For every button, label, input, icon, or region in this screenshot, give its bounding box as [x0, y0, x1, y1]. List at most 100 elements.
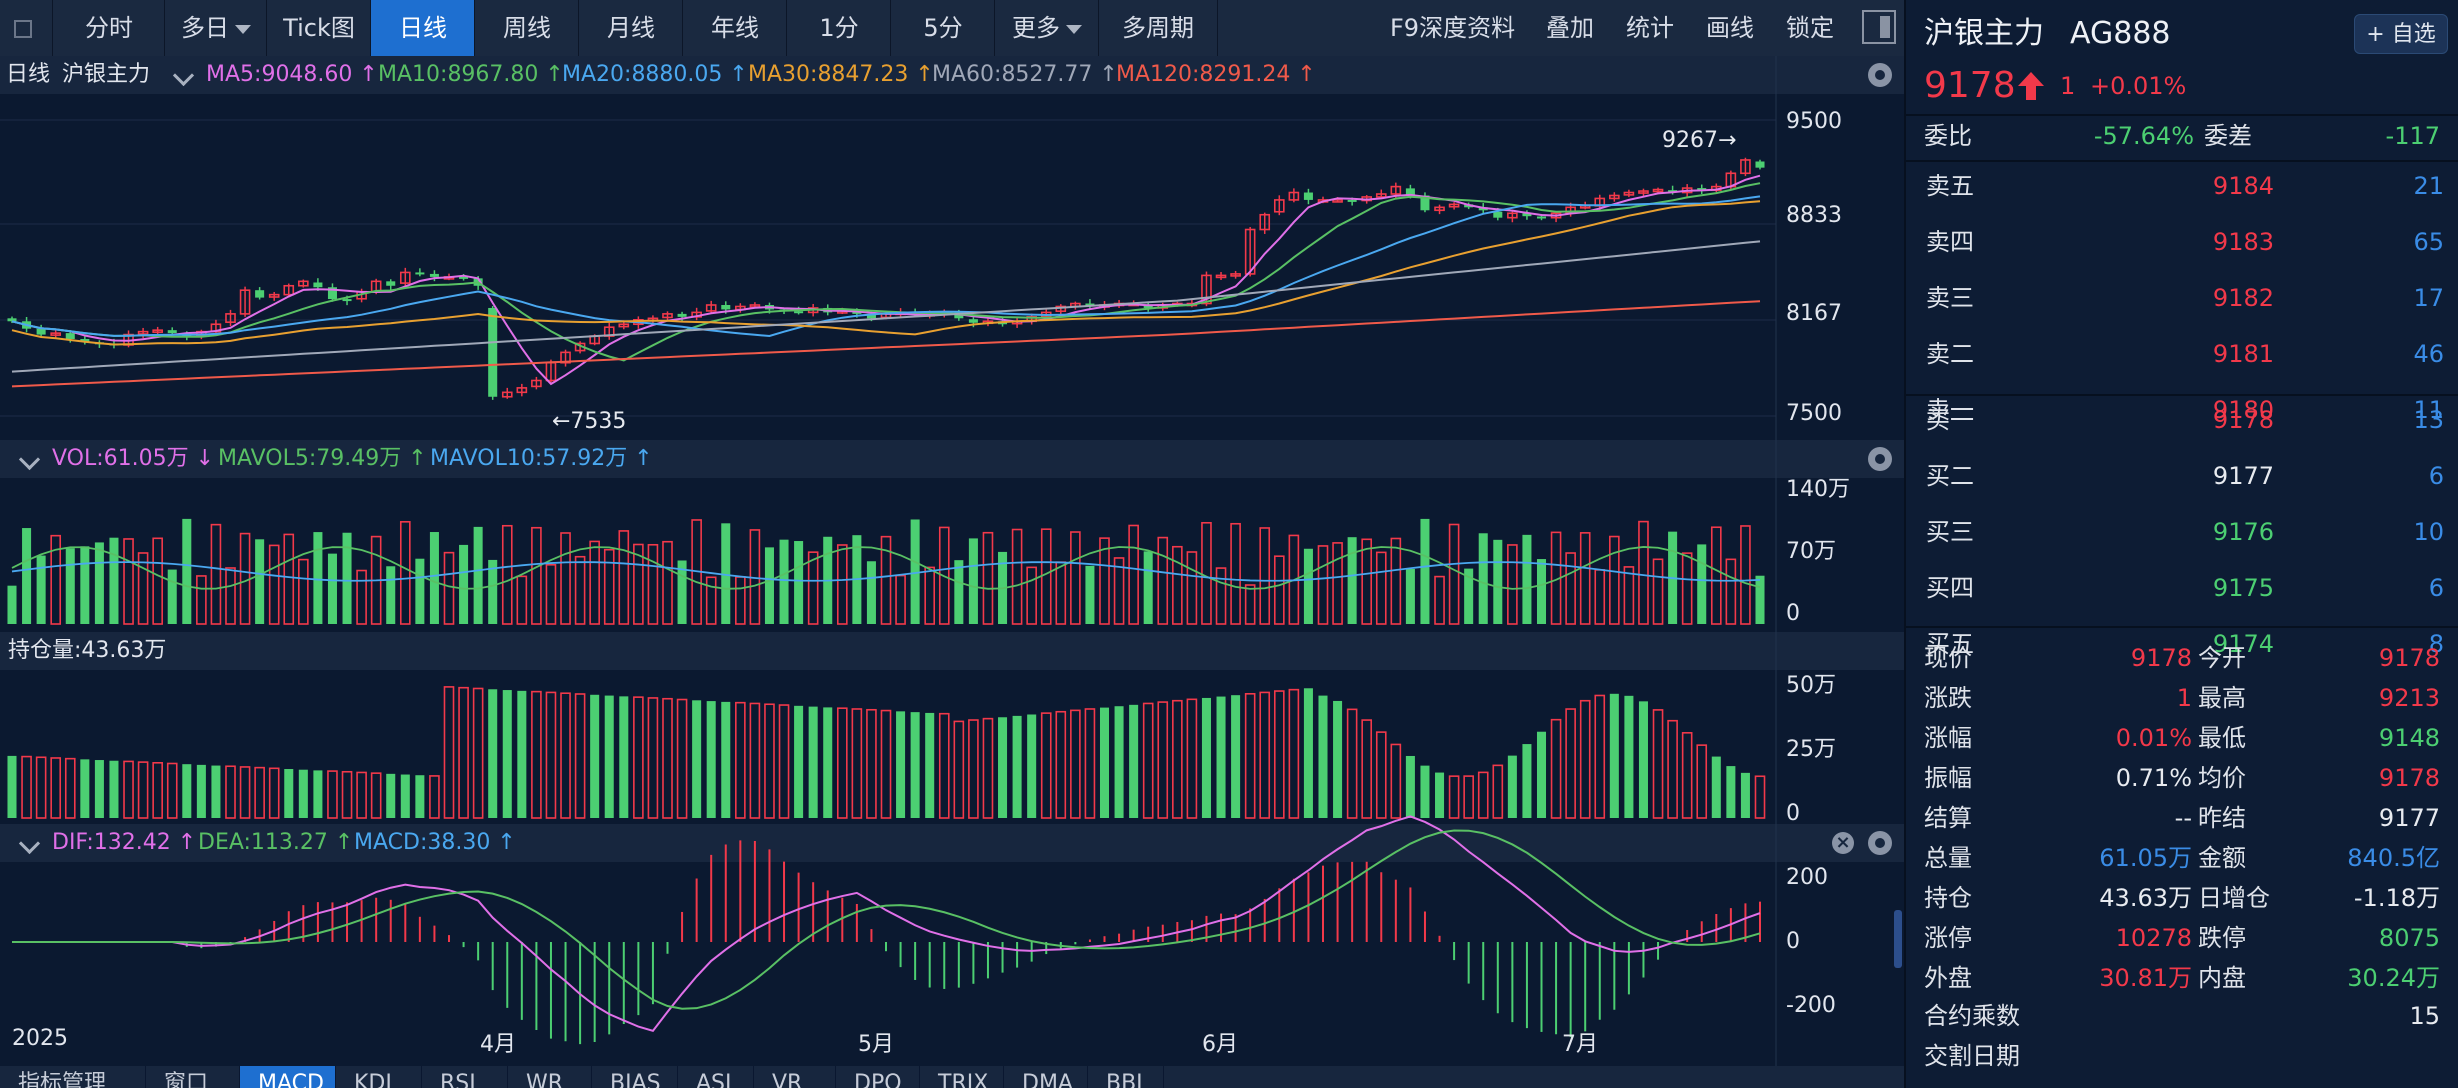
- open-interest-bar: [823, 707, 833, 818]
- open-interest-bar: [692, 700, 702, 818]
- stat-label: 今开: [2198, 644, 2246, 672]
- tab-more[interactable]: 更多: [994, 0, 1099, 56]
- indicator-tab[interactable]: VR: [754, 1066, 836, 1088]
- add-favorite-button[interactable]: + 自选: [2354, 14, 2448, 54]
- indicator-tab[interactable]: MACD: [240, 1066, 336, 1088]
- stat-label: 跌停: [2198, 924, 2246, 952]
- indicator-tab[interactable]: RSI: [422, 1066, 508, 1088]
- volume-bar: [779, 539, 789, 624]
- open-interest-bar: [735, 701, 746, 819]
- bid-row[interactable]: 买三 9176 10: [1926, 512, 2444, 552]
- chart-canvas[interactable]: 9267→ ←7535 9500 8833 8167 7500 140万 70万 0 50万 25…: [0, 56, 1904, 1066]
- ask-volume: 17: [2413, 284, 2444, 312]
- volume-bar: [1303, 548, 1313, 624]
- open-interest-bar: [502, 690, 512, 818]
- tab-multi-period[interactable]: 多周期: [1098, 0, 1218, 56]
- tab-yearly[interactable]: 年线: [682, 0, 787, 56]
- tab-minute-chart[interactable]: 分时: [52, 0, 165, 56]
- volume-bar: [662, 540, 673, 625]
- open-interest-bar: [370, 772, 382, 819]
- open-interest-bar: [749, 702, 761, 819]
- volume-axis-tick: 140万: [1786, 477, 1850, 502]
- tab-weekly[interactable]: 周线: [474, 0, 579, 56]
- ask-row[interactable]: 卖四 9183 65: [1926, 222, 2444, 262]
- candle-body: [1493, 211, 1503, 218]
- candle-body: [386, 281, 396, 286]
- volume-bar: [1201, 521, 1212, 625]
- scrollbar[interactable]: [1894, 910, 1902, 968]
- open-interest-bar: [21, 755, 32, 819]
- overlay-button[interactable]: 叠加: [1546, 0, 1594, 56]
- ask-row[interactable]: 卖二 9181 46: [1926, 334, 2444, 374]
- statistics-button[interactable]: 统计: [1626, 0, 1674, 56]
- lock-button[interactable]: 锁定: [1786, 0, 1834, 56]
- stat-label: 昨结: [2198, 804, 2246, 832]
- last-price: 9178: [1924, 65, 2016, 106]
- indicator-tab[interactable]: KDJ: [336, 1066, 422, 1088]
- open-interest-bar: [327, 770, 338, 819]
- ask-row[interactable]: 卖五 9184 21: [1926, 166, 2444, 206]
- volume-bar: [836, 544, 848, 625]
- ask-price: 9184: [2212, 172, 2274, 200]
- tab-tick[interactable]: Tick图: [266, 0, 371, 56]
- open-interest-bar: [1231, 695, 1241, 818]
- volume-bar: [1390, 537, 1402, 625]
- f9-deep-info-button[interactable]: F9深度资料: [1390, 0, 1515, 56]
- tab-label: 多周期: [1122, 14, 1194, 42]
- stat-label: 最低: [2198, 724, 2246, 752]
- indicator-tab[interactable]: WR: [508, 1066, 592, 1088]
- indicator-tab[interactable]: 指标管理: [0, 1066, 146, 1088]
- tab-multi-day[interactable]: 多日: [164, 0, 267, 56]
- volume-bar: [1317, 545, 1329, 625]
- bid-price: 9175: [2212, 574, 2274, 602]
- indicator-tab[interactable]: TRIX: [920, 1066, 1004, 1088]
- stat-label: 涨停: [1924, 924, 1972, 952]
- volume-bar: [429, 532, 439, 624]
- indicator-tab[interactable]: ASI: [678, 1066, 754, 1088]
- volume-bar: [1347, 537, 1357, 624]
- panel-toggle-icon[interactable]: [14, 20, 32, 38]
- volume-bar: [1128, 524, 1139, 625]
- tab-monthly[interactable]: 月线: [578, 0, 683, 56]
- volume-bar: [1565, 552, 1576, 625]
- open-interest-bar: [545, 691, 557, 819]
- volume-bar: [501, 524, 513, 625]
- indicator-tab[interactable]: DPO: [836, 1066, 920, 1088]
- draw-line-button[interactable]: 画线: [1706, 0, 1754, 56]
- bid-row[interactable]: 买一 9178 13: [1926, 400, 2444, 440]
- stat-label: 振幅: [1924, 764, 1972, 792]
- ask-row[interactable]: 卖三 9182 17: [1926, 278, 2444, 318]
- volume-bar: [1710, 526, 1722, 625]
- indicator-tab[interactable]: 窗口: [146, 1066, 240, 1088]
- volume-bar: [574, 555, 586, 625]
- indicator-tab[interactable]: BIAS: [592, 1066, 678, 1088]
- volume-bar: [764, 547, 774, 624]
- price-axis-tick: 8167: [1786, 301, 1842, 326]
- bid-row[interactable]: 买四 9175 6: [1926, 568, 2444, 608]
- open-interest-bar: [1012, 715, 1022, 818]
- tab-5min[interactable]: 5分: [890, 0, 995, 56]
- tab-daily[interactable]: 日线: [370, 0, 475, 56]
- bid-row[interactable]: 买二 9177 6: [1926, 456, 2444, 496]
- open-interest-bar: [866, 708, 877, 819]
- candle-body: [65, 333, 75, 340]
- open-interest-bar: [1565, 708, 1576, 819]
- volume-bar: [1493, 539, 1503, 624]
- indicator-tabs: 指标管理 窗口 MACD KDJ RSI WR BIAS ASI VR DPO TRIX DMA BBI: [0, 1066, 1904, 1088]
- open-interest-bar: [590, 694, 600, 818]
- open-interest-bar: [284, 769, 294, 818]
- open-interest-bar: [1244, 692, 1256, 819]
- sidebar-toggle-icon[interactable]: [1862, 10, 1896, 44]
- open-interest-bar: [1463, 775, 1474, 819]
- chevron-down-icon: [1066, 24, 1082, 34]
- volume-bar: [1697, 544, 1707, 624]
- bid-label: 买三: [1926, 518, 1974, 546]
- open-interest-bar: [429, 775, 440, 819]
- tab-1min[interactable]: 1分: [786, 0, 891, 56]
- ask-label: 卖五: [1926, 172, 1974, 200]
- indicator-tab[interactable]: BBI: [1088, 1066, 1164, 1088]
- open-interest-bar: [1318, 695, 1328, 818]
- x-axis-label: 5月: [858, 1032, 894, 1057]
- open-interest-bar: [1448, 775, 1460, 819]
- indicator-tab[interactable]: DMA: [1004, 1066, 1088, 1088]
